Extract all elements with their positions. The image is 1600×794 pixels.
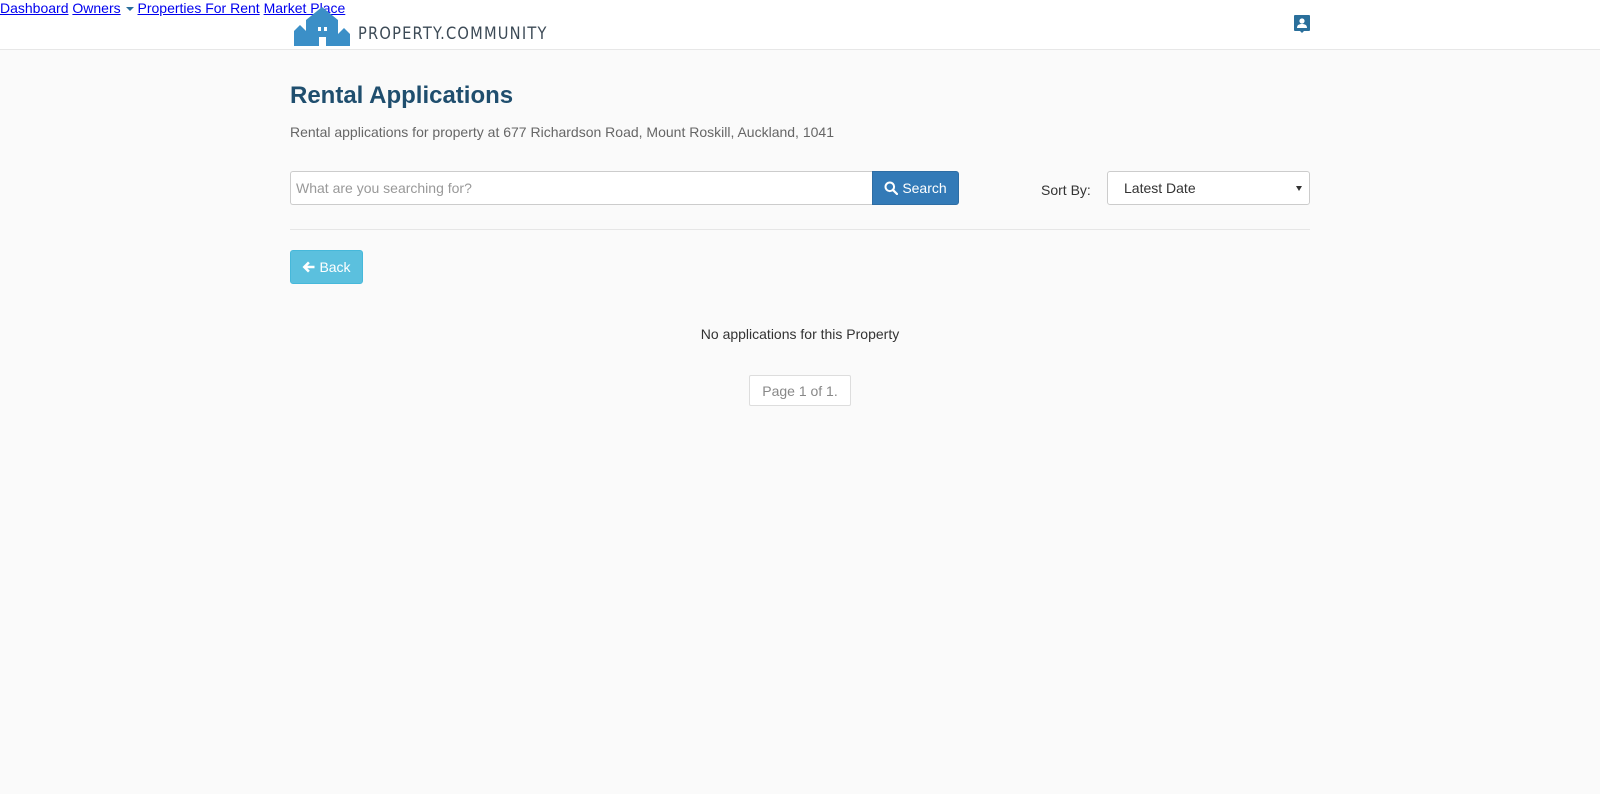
select-arrow-icon — [1296, 186, 1302, 191]
divider — [290, 229, 1310, 230]
brand-logo[interactable]: PROPERTY.COMMUNITY — [294, 4, 578, 46]
search-input[interactable] — [290, 171, 873, 205]
empty-state-message: No applications for this Property — [700, 326, 900, 342]
caret-down-icon — [125, 7, 134, 12]
sort-selected-value: Latest Date — [1124, 180, 1196, 196]
back-button-label: Back — [319, 259, 351, 275]
search-button-label: Search — [902, 180, 947, 196]
back-button[interactable]: Back — [290, 250, 363, 284]
top-navbar: PROPERTY.COMMUNITY Dashboard Owners Prop… — [0, 0, 1600, 50]
arrow-left-icon — [302, 261, 315, 273]
search-button[interactable]: Search — [872, 171, 959, 205]
page-title: Rental Applications — [290, 82, 514, 109]
search-icon — [884, 181, 899, 195]
nav-owners-label: Owners — [72, 0, 121, 16]
nav-dashboard[interactable]: Dashboard — [0, 0, 69, 16]
pagination-status: Page 1 of 1. — [749, 375, 851, 406]
nav-properties-for-rent[interactable]: Properties For Rent — [138, 0, 260, 16]
sort-select[interactable]: Latest Date — [1107, 171, 1310, 205]
user-profile-icon[interactable] — [1294, 15, 1310, 35]
sort-by-label: Sort By: — [1041, 182, 1091, 198]
page-subtitle: Rental applications for property at 677 … — [290, 124, 834, 140]
brand-name: PROPERTY.COMMUNITY — [358, 24, 548, 44]
nav-owners[interactable]: Owners — [72, 0, 134, 16]
houses-logo-icon — [294, 7, 350, 46]
